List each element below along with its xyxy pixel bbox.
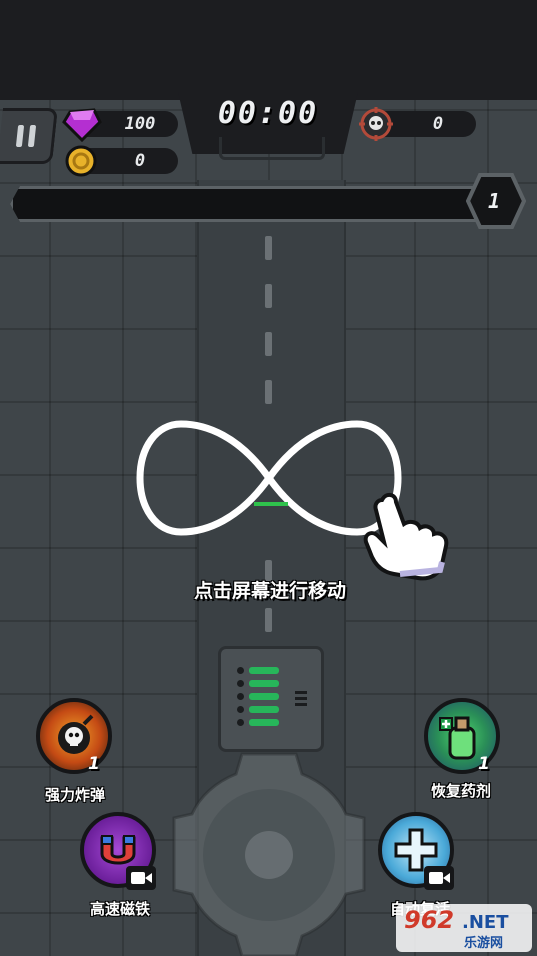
coin-icon xyxy=(65,145,97,177)
kill-count: 0 xyxy=(432,114,444,134)
player-marker xyxy=(254,502,288,506)
skull-target-icon xyxy=(359,107,393,141)
lane-dash xyxy=(265,608,272,632)
revive-video-ad-icon xyxy=(424,866,454,890)
lane-dash xyxy=(265,284,272,308)
lane-dash xyxy=(265,332,272,356)
watermark-logo: 962 xyxy=(404,906,455,934)
game-timer: 00:00 xyxy=(217,96,319,131)
potion-label: 恢复药剂 xyxy=(430,782,491,800)
gem-icon xyxy=(62,108,102,142)
coin-count: 0 xyxy=(134,151,146,171)
potion-count: 1 xyxy=(478,754,490,774)
gem-count: 100 xyxy=(124,114,156,134)
bomb-skill-button[interactable] xyxy=(36,698,112,774)
center-terminal xyxy=(218,646,324,752)
lane-dash xyxy=(265,236,272,260)
pointing-hand-icon xyxy=(363,493,449,581)
pause-icon-bar xyxy=(27,125,37,147)
magnet-label: 高速磁铁 xyxy=(89,900,150,918)
pause-button[interactable] xyxy=(0,108,58,164)
magnet-video-ad-icon xyxy=(126,866,156,890)
virtual-joystick[interactable] xyxy=(172,752,366,956)
level-number: 1 xyxy=(487,189,501,213)
bomb-label: 强力炸弹 xyxy=(44,786,105,804)
bomb-count: 1 xyxy=(88,754,100,774)
lane-dash xyxy=(265,380,272,404)
level-progress-bar xyxy=(10,186,506,222)
watermark-sub: 乐游网 xyxy=(464,936,504,951)
pause-icon xyxy=(15,125,25,147)
timer-tab xyxy=(219,137,325,160)
top-hud-bar xyxy=(0,0,537,100)
tutorial-hint: 点击屏幕进行移动 xyxy=(193,580,346,602)
watermark-net: .NET xyxy=(462,912,509,933)
